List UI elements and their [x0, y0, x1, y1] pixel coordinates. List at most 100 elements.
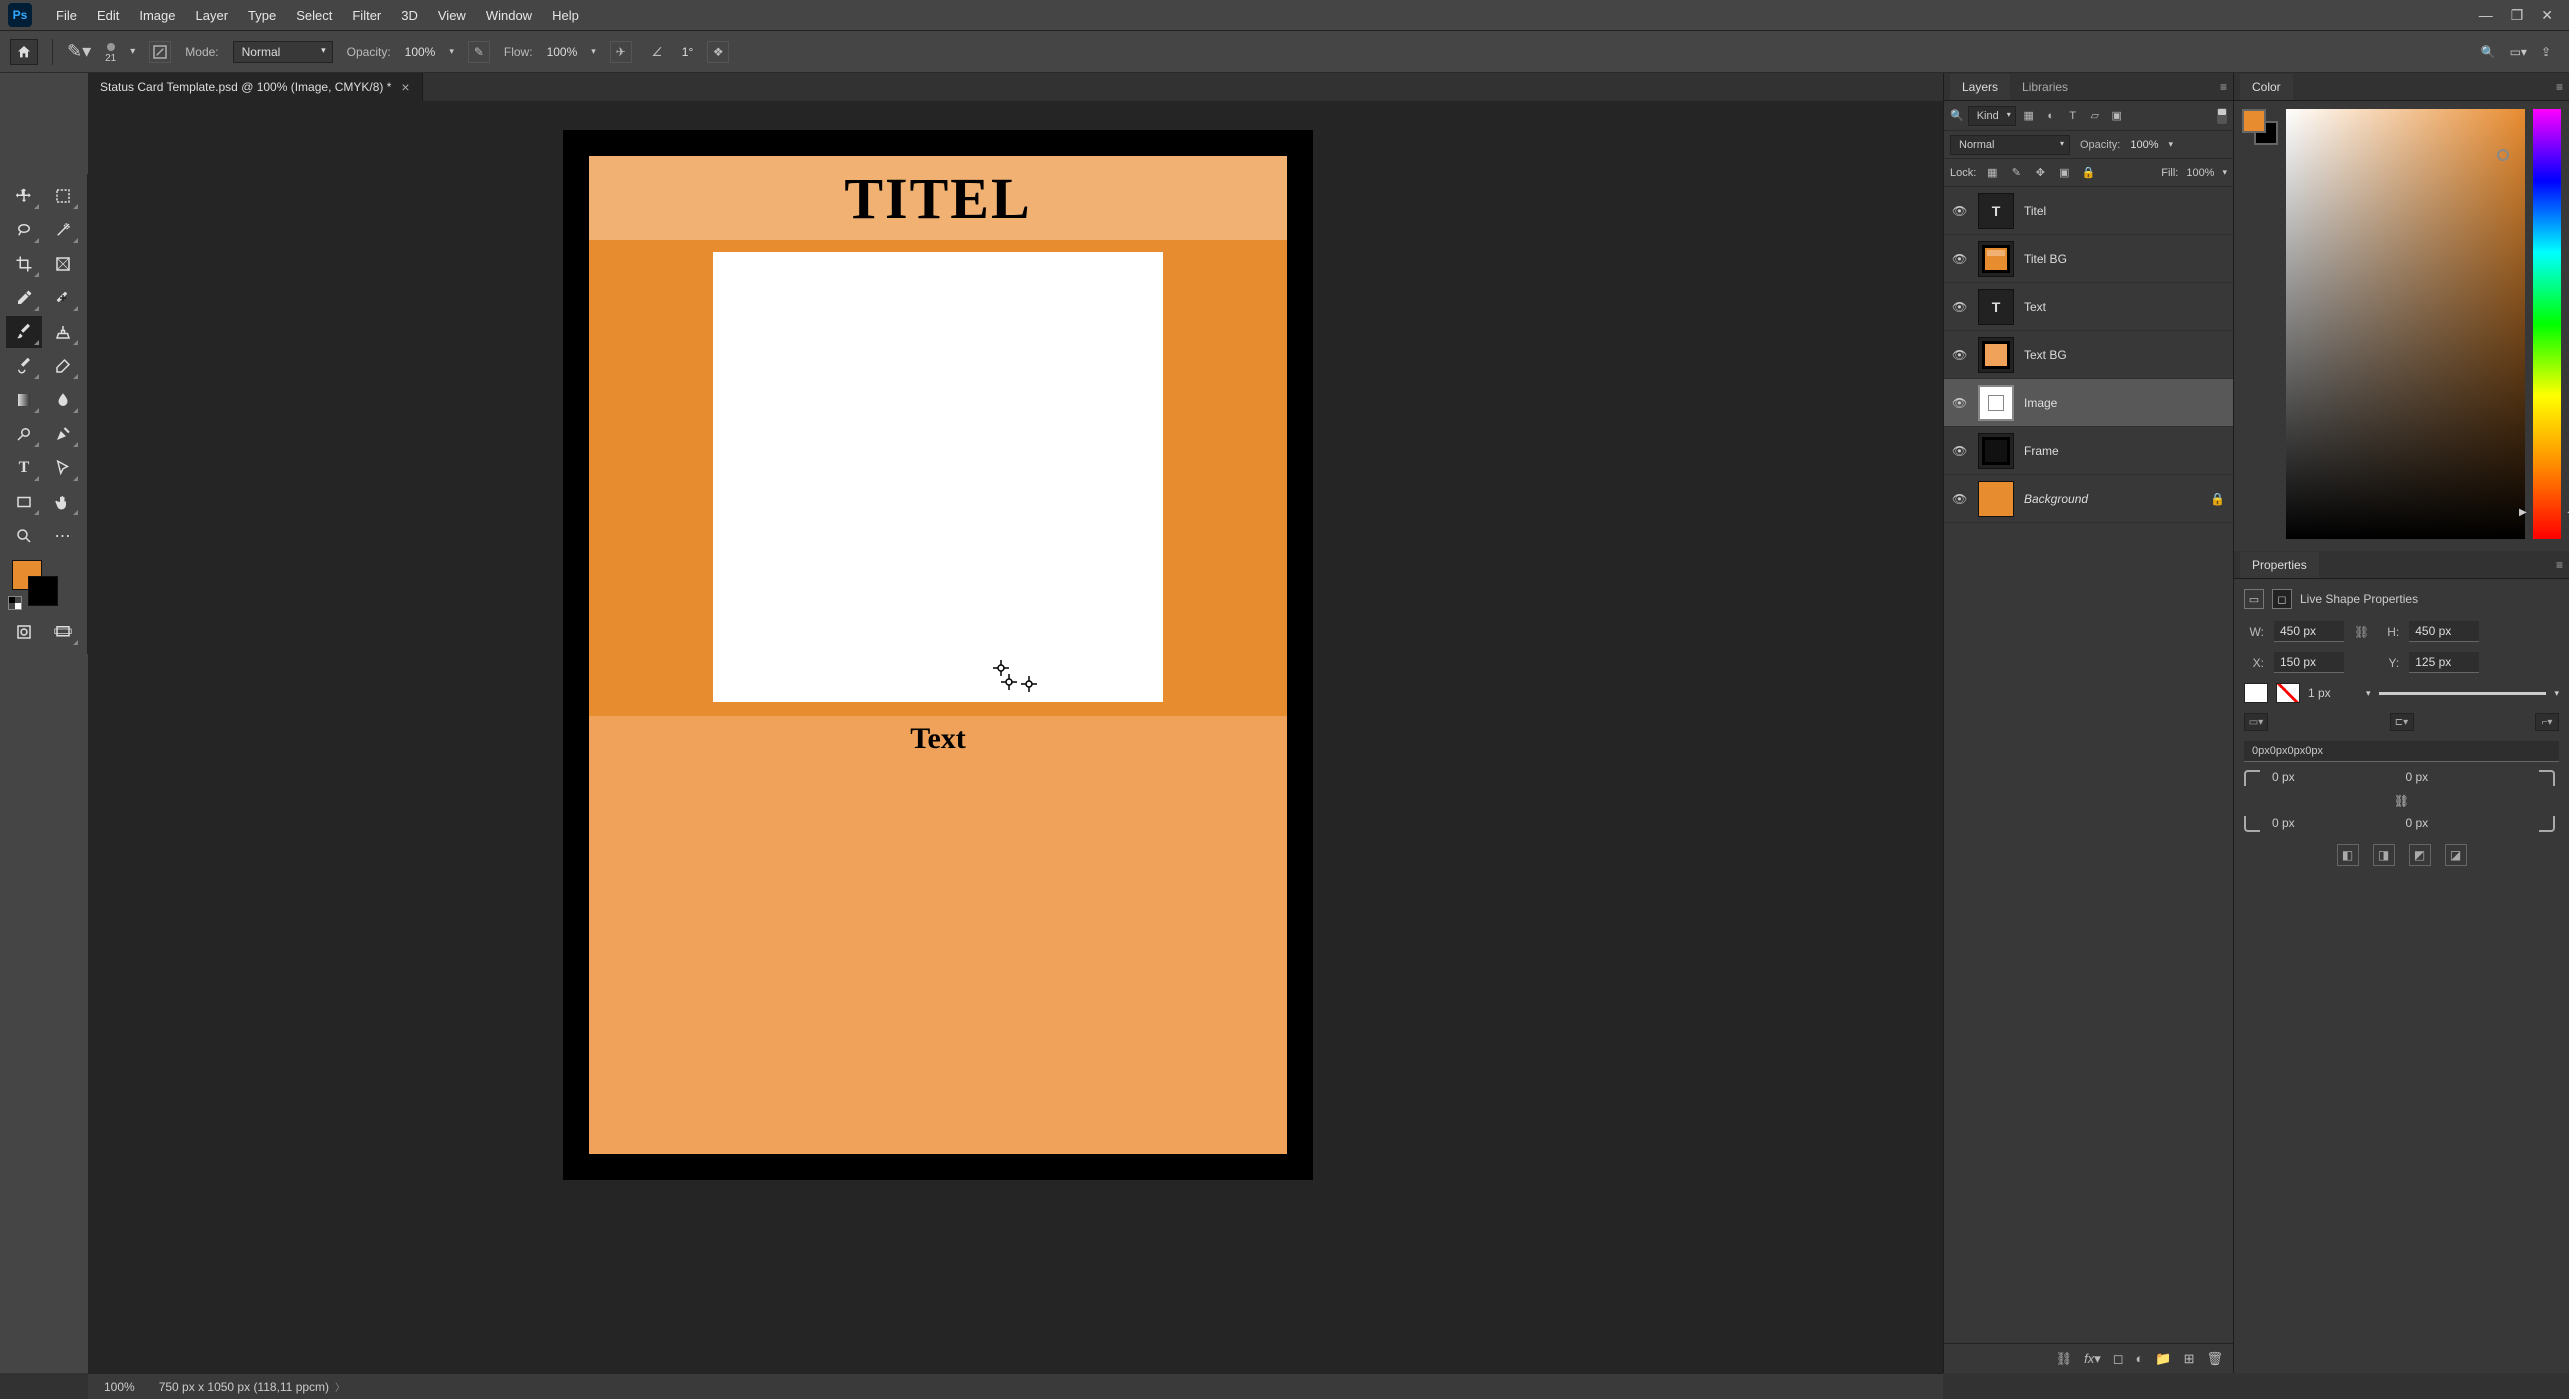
lock-artboard-icon[interactable]: ▣ — [2056, 165, 2072, 181]
visibility-toggle[interactable]: 👁 — [1952, 252, 1968, 266]
filter-shape-icon[interactable]: ▱ — [2086, 107, 2104, 125]
gradient-tool[interactable] — [6, 384, 42, 416]
stroke-corners-dropdown[interactable]: ⌐▾ — [2535, 713, 2559, 731]
y-input[interactable]: 125 px — [2409, 652, 2479, 673]
move-tool[interactable] — [6, 180, 42, 212]
edit-toolbar[interactable]: ⋯ — [45, 520, 81, 552]
filter-smart-icon[interactable]: ▣ — [2108, 107, 2126, 125]
clone-stamp-tool[interactable] — [45, 316, 81, 348]
menu-3d[interactable]: 3D — [391, 4, 428, 27]
close-tab-icon[interactable]: × — [401, 79, 409, 95]
path-select-tool[interactable] — [45, 452, 81, 484]
layer-name[interactable]: Image — [2024, 396, 2057, 410]
pathfinder-intersect-icon[interactable]: ◩ — [2409, 844, 2431, 866]
stroke-style-dropdown[interactable] — [2379, 692, 2547, 695]
panel-menu-icon[interactable]: ≡ — [2556, 558, 2563, 572]
layer-name[interactable]: Background — [2024, 492, 2088, 506]
x-input[interactable]: 150 px — [2274, 652, 2344, 673]
blur-tool[interactable] — [45, 384, 81, 416]
visibility-toggle[interactable]: 👁 — [1952, 204, 1968, 218]
layer-row-image[interactable]: 👁 Image — [1944, 379, 2233, 427]
workspace-switcher[interactable]: ▭▾ — [2510, 45, 2527, 59]
symmetry-toggle[interactable]: ❖ — [707, 41, 729, 63]
lock-transparency-icon[interactable]: ▦ — [1984, 165, 2000, 181]
layer-name[interactable]: Text — [2024, 300, 2046, 314]
layer-name[interactable]: Titel — [2024, 204, 2046, 218]
background-swatch[interactable] — [28, 576, 58, 606]
link-wh-icon[interactable]: ⛓ — [2354, 625, 2369, 639]
layer-name[interactable]: Titel BG — [2024, 252, 2067, 266]
layer-blend-dropdown[interactable]: Normal — [1950, 135, 2070, 155]
maximize-icon[interactable]: ❐ — [2511, 7, 2524, 24]
tab-libraries[interactable]: Libraries — [2010, 74, 2080, 100]
visibility-toggle[interactable]: 👁 — [1952, 300, 1968, 314]
menu-file[interactable]: File — [46, 4, 87, 27]
width-input[interactable]: 450 px — [2274, 621, 2344, 642]
filter-type-icon[interactable]: T — [2064, 107, 2082, 125]
stroke-width-input[interactable]: 1 px — [2308, 686, 2358, 700]
chevron-down-icon[interactable]: ▾ — [2169, 139, 2174, 150]
visibility-toggle[interactable]: 👁 — [1952, 396, 1968, 410]
brush-tool[interactable] — [6, 316, 42, 348]
default-colors-icon[interactable] — [8, 596, 22, 610]
corner-tr-input[interactable]: 0 px — [2406, 770, 2532, 786]
type-tool[interactable]: T — [6, 452, 42, 484]
layer-row-frame[interactable]: 👁 Frame — [1944, 427, 2233, 475]
link-corners-icon[interactable]: ⛓ — [2394, 794, 2409, 808]
menu-type[interactable]: Type — [238, 4, 286, 27]
app-logo[interactable]: Ps — [8, 3, 32, 27]
visibility-toggle[interactable]: 👁 — [1952, 492, 1968, 506]
adjustment-layer-icon[interactable]: ◐ — [2136, 1351, 2144, 1366]
chevron-down-icon[interactable]: ▾ — [2222, 167, 2227, 178]
visibility-toggle[interactable]: 👁 — [1952, 348, 1968, 362]
opacity-value[interactable]: 100% — [405, 45, 436, 59]
search-icon[interactable]: 🔍 — [2481, 45, 2496, 59]
link-layers-icon[interactable]: ⛓ — [2056, 1351, 2073, 1367]
pressure-opacity-toggle[interactable]: ✎ — [468, 41, 490, 63]
zoom-readout[interactable]: 100% — [104, 1380, 135, 1394]
foreground-swatch[interactable] — [2242, 109, 2266, 133]
layer-name[interactable]: Text BG — [2024, 348, 2067, 362]
color-swatches[interactable] — [6, 554, 81, 614]
new-group-icon[interactable]: 📁 — [2155, 1351, 2171, 1367]
fill-swatch[interactable] — [2244, 683, 2268, 703]
stroke-caps-dropdown[interactable]: ⊏▾ — [2390, 713, 2414, 731]
filter-adjust-icon[interactable]: ◐ — [2042, 107, 2060, 125]
menu-edit[interactable]: Edit — [87, 4, 129, 27]
frame-tool[interactable] — [45, 248, 81, 280]
layer-opacity-value[interactable]: 100% — [2130, 139, 2158, 151]
pathfinder-unite-icon[interactable]: ◧ — [2337, 844, 2359, 866]
height-input[interactable]: 450 px — [2409, 621, 2479, 642]
corner-br-input[interactable]: 0 px — [2406, 816, 2532, 832]
marquee-tool[interactable] — [45, 180, 81, 212]
eyedropper-tool[interactable] — [6, 282, 42, 314]
pathfinder-subtract-icon[interactable]: ◨ — [2373, 844, 2395, 866]
filter-kind-dropdown[interactable]: Kind — [1968, 106, 2016, 126]
chevron-right-icon[interactable]: 〉 — [335, 1383, 345, 1394]
tab-color[interactable]: Color — [2240, 74, 2293, 100]
history-brush-tool[interactable] — [6, 350, 42, 382]
filter-toggle[interactable] — [2217, 108, 2227, 124]
pathfinder-exclude-icon[interactable]: ◪ — [2445, 844, 2467, 866]
brush-tool-icon[interactable]: ✎▾ — [67, 41, 91, 62]
zoom-tool[interactable] — [6, 520, 42, 552]
chevron-down-icon[interactable]: ▾ — [449, 46, 454, 57]
airbrush-toggle[interactable]: ✈ — [610, 41, 632, 63]
chevron-down-icon[interactable]: ▾ — [2366, 688, 2371, 699]
corner-tl-input[interactable]: 0 px — [2272, 770, 2398, 786]
delete-layer-icon[interactable]: 🗑 — [2206, 1351, 2223, 1367]
dodge-tool[interactable] — [6, 418, 42, 450]
brush-panel-toggle[interactable] — [149, 41, 171, 63]
healing-brush-tool[interactable] — [45, 282, 81, 314]
rectangle-tool[interactable] — [6, 486, 42, 518]
layer-name[interactable]: Frame — [2024, 444, 2059, 458]
flow-value[interactable]: 100% — [547, 45, 578, 59]
panel-menu-icon[interactable]: ≡ — [2556, 80, 2563, 94]
panel-menu-icon[interactable]: ≡ — [2220, 80, 2227, 94]
close-icon[interactable]: ✕ — [2541, 7, 2553, 24]
doc-info[interactable]: 750 px x 1050 px (118,11 ppcm)〉 — [159, 1379, 345, 1394]
screen-mode-toggle[interactable] — [45, 616, 81, 648]
chevron-down-icon[interactable]: ▾ — [591, 46, 596, 57]
home-button[interactable] — [10, 39, 38, 65]
stroke-align-dropdown[interactable]: ▭▾ — [2244, 713, 2268, 731]
